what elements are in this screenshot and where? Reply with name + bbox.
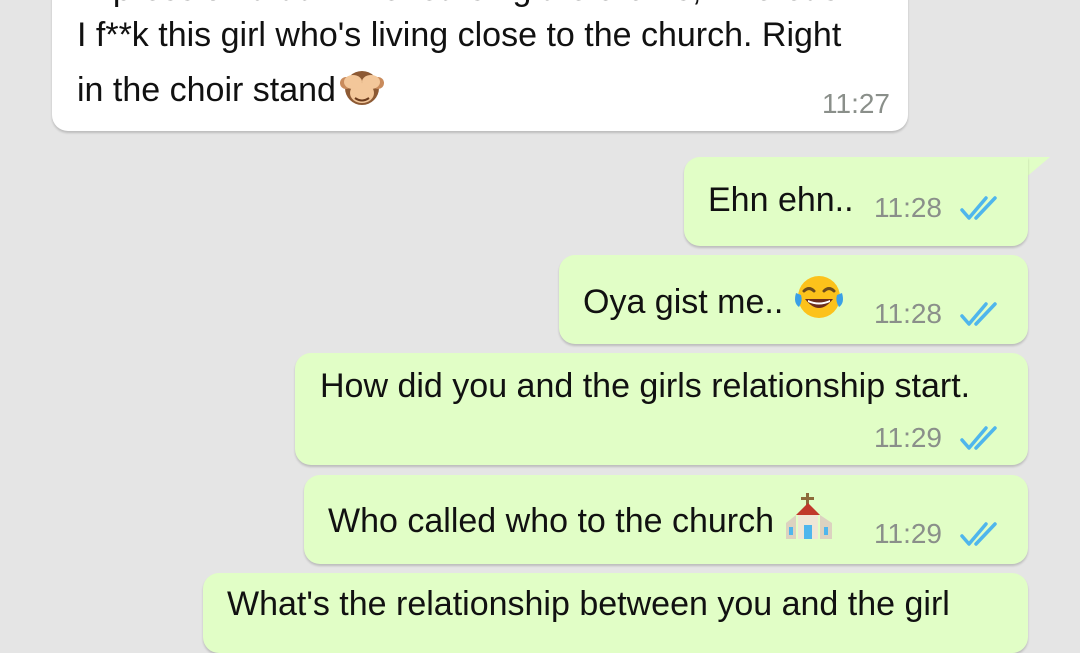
message-timestamp: 11:27 [822,88,890,119]
message-timestamp: 11:29 [874,518,942,549]
message-text-line: in the choir stand [77,61,386,123]
outgoing-message-bubble[interactable]: Oya gist me.. 11:28 [559,255,1028,344]
message-timestamp: 11:28 [874,192,942,223]
message-text-content: Who called who to the church [328,501,775,540]
outgoing-message-bubble[interactable]: How did you and the girls relationship s… [295,353,1028,465]
message-text: How did you and the girls relationship s… [320,367,971,405]
read-ticks-icon [960,196,997,220]
message-text-content: Oya gist me.. [583,282,784,321]
read-ticks-icon [960,522,997,546]
message-text: What's the relationship between you and … [227,585,950,623]
message-text-line: I f**k this girl who's living close to t… [77,16,842,54]
message-text-line-content: in the choir stand [77,70,336,109]
read-ticks-icon [960,302,997,326]
outgoing-message-bubble[interactable]: Ehn ehn.. 11:28 [684,157,1028,246]
message-text: Who called who to the church [328,491,834,555]
face-with-tears-of-joy-icon [793,273,845,335]
see-no-evil-monkey-icon [338,61,386,123]
church-icon [784,491,834,555]
outgoing-message-bubble[interactable]: What's the relationship between you and … [203,573,1028,653]
incoming-message-bubble[interactable]: impression that I'm rehearsing the drums… [52,0,908,131]
message-timestamp: 11:28 [874,298,942,329]
message-text: Oya gist me.. [583,273,845,335]
message-timestamp: 11:29 [874,422,942,453]
read-ticks-icon [960,426,997,450]
outgoing-message-bubble[interactable]: Who called who to the church 11:29 [304,475,1028,564]
message-text: Ehn ehn.. [708,181,854,219]
